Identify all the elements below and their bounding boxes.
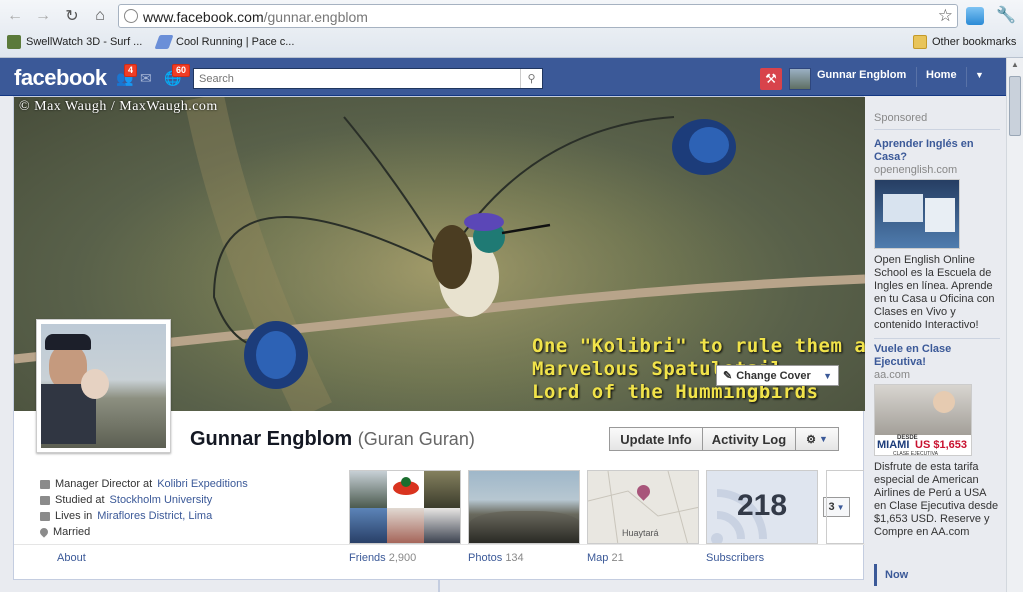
map-tile[interactable]: Huaytará bbox=[587, 470, 699, 544]
photos-link[interactable]: Photos 134 bbox=[468, 552, 524, 564]
globe-icon bbox=[124, 9, 138, 23]
chevron-down-icon: ▼ bbox=[819, 434, 828, 444]
notifications-globe-icon[interactable]: 🌐 60 bbox=[164, 64, 191, 86]
scroll-up-icon[interactable]: ▲ bbox=[1007, 60, 1023, 74]
friend-requests-icon[interactable]: 👥 4 bbox=[116, 64, 138, 86]
bookmark-swellwatch[interactable]: SwellWatch 3D - Surf ... bbox=[7, 35, 142, 49]
url-text: www.facebook.com/gunnar.engblom bbox=[143, 9, 368, 25]
map-link[interactable]: Map 21 bbox=[587, 552, 624, 564]
ad-image[interactable]: DESDE MIAMI US $1,653 CLASE EJECUTIVA bbox=[874, 384, 972, 456]
heart-icon bbox=[38, 526, 50, 538]
map-place-label: Huaytará bbox=[622, 528, 659, 538]
forward-arrow-icon[interactable]: → bbox=[32, 5, 54, 27]
divider bbox=[14, 544, 865, 545]
info-location: Lives in Miraflores District, Lima bbox=[40, 510, 212, 522]
ad-text: Open English Online School es la Escuela… bbox=[874, 254, 995, 331]
address-bar[interactable]: www.facebook.com/gunnar.engblom ☆ bbox=[118, 4, 958, 28]
house-icon bbox=[40, 511, 50, 521]
wrench-icon[interactable]: 🔧 bbox=[996, 5, 1016, 25]
bookmark-coolrunning[interactable]: Cool Running | Pace c... bbox=[154, 35, 294, 49]
info-education: Studied at Stockholm University bbox=[40, 494, 212, 506]
search-input[interactable] bbox=[194, 69, 519, 88]
profile-picture[interactable] bbox=[36, 319, 171, 453]
profile-photo bbox=[41, 324, 166, 448]
scrollbar[interactable]: ▲ bbox=[1006, 58, 1023, 592]
ad-title[interactable]: Vuele en Clase Ejecutiva! bbox=[874, 343, 1000, 369]
friends-tile[interactable] bbox=[349, 470, 461, 544]
graduation-cap-icon bbox=[40, 495, 50, 505]
info-work: Manager Director at Kolibri Expeditions bbox=[40, 478, 248, 490]
activity-log-button[interactable]: Activity Log bbox=[703, 427, 796, 451]
subscribers-link[interactable]: Subscribers bbox=[706, 552, 764, 564]
notifications-badge: 60 bbox=[172, 64, 191, 77]
pencil-icon: ✎ bbox=[723, 370, 733, 382]
about-link[interactable]: About bbox=[57, 552, 86, 564]
facebook-header: facebook 👥4 ✉ 🌐60 ⚲ ⚒ Gunnar Engblom Hom… bbox=[0, 58, 1023, 96]
gear-icon: ⚙ bbox=[806, 433, 816, 446]
photos-tile[interactable] bbox=[468, 470, 580, 544]
coolrunning-favicon-icon bbox=[154, 35, 174, 49]
app-shortcut-icon[interactable]: ⚒ bbox=[760, 68, 782, 90]
folder-icon bbox=[913, 35, 927, 49]
profile-name: Gunnar Engblom (Guran Guran) bbox=[190, 428, 475, 450]
user-avatar-small[interactable] bbox=[789, 68, 811, 90]
profile-alt-name: (Guran Guran) bbox=[357, 429, 475, 449]
extension-icon[interactable] bbox=[966, 7, 984, 25]
subscribers-count: 218 bbox=[737, 489, 788, 522]
browser-chrome: ← → ↻ ⌂ www.facebook.com/gunnar.engblom … bbox=[0, 0, 1023, 58]
ticker-now[interactable]: Now bbox=[874, 564, 1000, 586]
timeline-main: © Max Waugh / MaxWaugh.com One "Kolibri"… bbox=[13, 96, 865, 580]
tile-overflow bbox=[826, 470, 864, 544]
back-arrow-icon[interactable]: ← bbox=[4, 5, 26, 27]
divider bbox=[966, 67, 967, 87]
ad-item[interactable]: Aprender Inglés en Casa? openenglish.com… bbox=[874, 138, 1000, 332]
subscribers-tile[interactable]: 218 bbox=[706, 470, 818, 544]
change-cover-button[interactable]: ✎ Change Cover ▼ bbox=[716, 365, 839, 386]
ad-host: aa.com bbox=[874, 369, 911, 381]
reload-icon[interactable]: ↻ bbox=[61, 5, 83, 27]
update-info-button[interactable]: Update Info bbox=[609, 427, 703, 451]
ad-text: Disfrute de esta tarifa especial de Amer… bbox=[874, 461, 999, 538]
info-relationship: Married bbox=[38, 526, 90, 538]
scrollbar-thumb[interactable] bbox=[1009, 76, 1021, 136]
friends-link[interactable]: Friends 2,900 bbox=[349, 552, 416, 564]
ad-image[interactable] bbox=[874, 179, 960, 249]
cover-caption-line: One "Kolibri" to rule them all. bbox=[532, 335, 865, 357]
star-bookmark-icon[interactable]: ☆ bbox=[938, 6, 953, 26]
settings-gear-button[interactable]: ⚙ ▼ bbox=[796, 427, 839, 451]
ad-item[interactable]: Vuele en Clase Ejecutiva! aa.com DESDE M… bbox=[874, 338, 1000, 539]
friend-requests-badge: 4 bbox=[124, 64, 138, 77]
home-link[interactable]: Home bbox=[926, 69, 957, 81]
ad-title[interactable]: Aprender Inglés en Casa? bbox=[874, 138, 1000, 164]
facebook-logo[interactable]: facebook bbox=[14, 65, 107, 91]
user-name-link[interactable]: Gunnar Engblom bbox=[817, 69, 906, 81]
chevron-down-icon: ▼ bbox=[823, 370, 832, 381]
timeline-spine bbox=[438, 580, 440, 592]
photo-credit: © Max Waugh / MaxWaugh.com bbox=[19, 99, 218, 114]
other-bookmarks[interactable]: Other bookmarks bbox=[913, 35, 1016, 49]
school-link[interactable]: Stockholm University bbox=[110, 494, 213, 506]
location-link[interactable]: Miraflores District, Lima bbox=[97, 510, 212, 522]
messages-icon[interactable]: ✉ bbox=[140, 70, 158, 86]
work-link[interactable]: Kolibri Expeditions bbox=[157, 478, 248, 490]
sponsored-heading: Sponsored bbox=[874, 112, 1000, 130]
sponsored-sidebar: Sponsored Aprender Inglés en Casa? opene… bbox=[874, 104, 1000, 586]
account-menu-chevron-icon[interactable]: ▼ bbox=[975, 70, 984, 80]
home-icon[interactable]: ⌂ bbox=[89, 5, 111, 27]
briefcase-icon bbox=[40, 479, 50, 489]
search-box: ⚲ bbox=[193, 68, 543, 89]
ad-host: openenglish.com bbox=[874, 164, 958, 176]
search-icon[interactable]: ⚲ bbox=[520, 69, 542, 88]
swellwatch-favicon-icon bbox=[7, 35, 21, 49]
divider bbox=[916, 67, 917, 87]
